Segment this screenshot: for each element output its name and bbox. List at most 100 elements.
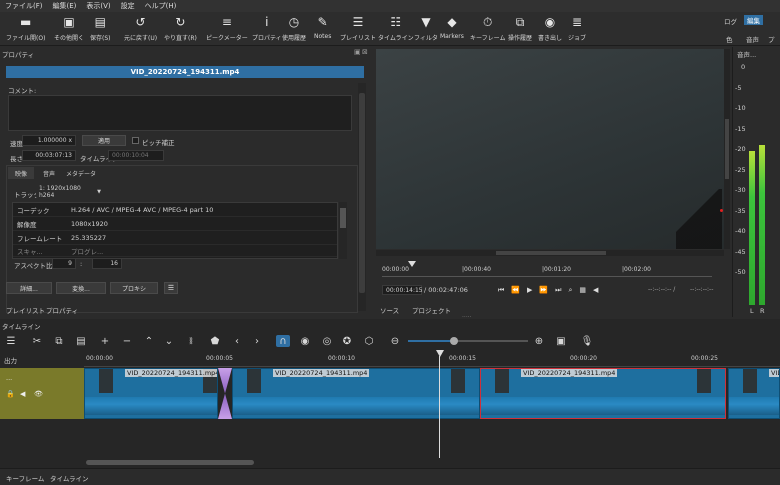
undo-button[interactable]: ↺ 元に戻す(U) <box>124 15 157 45</box>
keyframe-button[interactable]: ⏱ キーフレーム <box>470 15 505 45</box>
aspect-separator: : <box>80 260 83 268</box>
remove-icon[interactable]: − <box>120 335 134 347</box>
zoom-slider[interactable] <box>408 337 528 345</box>
redo-button[interactable]: ↻ やり直す(R) <box>164 15 197 45</box>
properties-scrollbar[interactable] <box>358 83 366 311</box>
timeline-clip-selected[interactable]: VID_20220724_194311.mp4 <box>480 368 726 419</box>
fast-forward-icon[interactable]: ⏩ <box>539 286 548 294</box>
timeline-hscrollbar[interactable] <box>84 458 780 466</box>
playhead-marker[interactable] <box>408 261 416 267</box>
lock-icon[interactable]: 🔒 <box>6 390 15 398</box>
tab-keyframes[interactable]: キーフレーム <box>6 473 44 483</box>
marker-icon[interactable]: ⬟ <box>208 335 222 347</box>
convert-button[interactable]: 変換... <box>56 282 106 294</box>
layout-color[interactable]: 色 <box>726 34 733 44</box>
tab-timeline[interactable]: タイムライン <box>50 473 89 483</box>
zoom-out-icon[interactable]: ⊖ <box>388 335 402 347</box>
grid-icon[interactable]: ▦ <box>579 286 586 294</box>
timeline-clip[interactable]: VID <box>728 368 780 419</box>
tab-properties[interactable]: プロパティ <box>46 305 78 315</box>
proxy-button[interactable]: プロキシ <box>110 282 158 294</box>
meter-scale-label: -20 <box>735 145 746 153</box>
cut-icon[interactable]: ✂ <box>30 335 44 347</box>
zoom-icon[interactable]: ⌕ <box>568 286 572 295</box>
panel-close-icon[interactable]: ⊠ <box>362 48 368 56</box>
hamburger-menu-icon[interactable]: ☰ <box>164 282 178 294</box>
rewind-icon[interactable]: ⏪ <box>511 286 520 294</box>
menu-view[interactable]: 表示(V) <box>81 1 115 11</box>
ripple-markers-icon[interactable]: ⬡ <box>362 335 376 347</box>
video-viewer[interactable] <box>376 49 724 249</box>
filter-button[interactable]: ▼ フィルタ <box>414 15 438 45</box>
tab-project[interactable]: プロジェクト <box>412 305 451 315</box>
tab-metadata[interactable]: メタデータ <box>64 167 98 179</box>
timeline-clip[interactable]: VID_20220724_194311.mp4 <box>84 368 218 419</box>
lift-icon[interactable]: ⌃ <box>142 335 156 347</box>
folder-open-button[interactable]: ▬ ファイル開(O) <box>6 15 45 45</box>
skip-to-start-icon[interactable]: ⏮ <box>498 286 504 295</box>
menu-help[interactable]: ヘルプ(H) <box>140 1 182 11</box>
overwrite-icon[interactable]: ⌄ <box>162 335 176 347</box>
open-other-button[interactable]: ▣ その他開く <box>54 15 84 45</box>
pitch-checkbox[interactable] <box>132 137 139 144</box>
details-button[interactable]: 詳細... <box>6 282 52 294</box>
skip-to-end-icon[interactable]: ⏭ <box>555 286 561 295</box>
notes-button[interactable]: ✎ Notes <box>314 15 331 45</box>
aspect-width-field[interactable]: 9 <box>52 258 76 269</box>
history-button[interactable]: ◷ 使用履歴 <box>282 15 306 45</box>
aspect-height-field[interactable]: 16 <box>92 258 122 269</box>
peak-meter-button[interactable]: ≡ ピークメーター <box>206 15 248 45</box>
copy-icon[interactable]: ⧉ <box>52 335 66 347</box>
play-icon[interactable]: ▶ <box>527 286 532 294</box>
timeline-menu-icon[interactable]: ☰ <box>4 335 18 347</box>
scrub-icon[interactable]: ◉ <box>298 335 312 347</box>
position-timecode[interactable]: 00:00:14:15 <box>382 285 423 295</box>
timeline-button[interactable]: ☷ タイムライン <box>378 15 414 45</box>
ruler-tick-2: |00:01:20 <box>542 266 571 273</box>
length-field[interactable]: 00:03:07:13 <box>22 150 76 161</box>
viewer-vscrollbar[interactable] <box>724 49 730 249</box>
mute-icon[interactable]: ◀ <box>20 390 25 398</box>
menu-edit[interactable]: 編集(E) <box>48 1 82 11</box>
save-button[interactable]: ▤ 保存(S) <box>90 15 111 45</box>
ripple-all-icon[interactable]: ✪ <box>340 335 354 347</box>
job-history-button[interactable]: ⧉ 操作履歴 <box>508 15 532 45</box>
volume-icon[interactable]: ◀ <box>593 286 598 294</box>
timeline-playhead-marker[interactable] <box>436 350 444 357</box>
tab-audio[interactable]: 音声 <box>36 167 62 179</box>
ripple-icon[interactable]: ◎ <box>320 335 334 347</box>
playlist-button[interactable]: ☰ プレイリスト <box>340 15 376 45</box>
record-audio-icon[interactable]: 🎙 <box>580 335 594 347</box>
jobs-button[interactable]: ≣ ジョブ <box>568 15 586 45</box>
codec-table-scrollbar[interactable] <box>339 202 347 259</box>
comment-field[interactable] <box>8 95 352 131</box>
properties-button[interactable]: i プロパティ <box>252 15 282 45</box>
tab-video[interactable]: 映像 <box>8 167 34 179</box>
zoom-in-icon[interactable]: ⊕ <box>532 335 546 347</box>
split-icon[interactable]: ⧚ <box>184 335 198 347</box>
viewer-hscrollbar[interactable] <box>376 250 724 256</box>
layout-edit[interactable]: 編集 <box>744 15 763 25</box>
menu-file[interactable]: ファイル(F) <box>0 1 48 11</box>
timeline-clip[interactable]: VID_20220724_194311.mp4 <box>232 368 480 419</box>
tab-source[interactable]: ソース <box>380 305 399 315</box>
apply-button[interactable]: 適用 <box>82 135 126 146</box>
export-button[interactable]: ◉ 書き出し <box>538 15 562 45</box>
speed-field[interactable]: 1.000000 x <box>22 135 76 146</box>
layout-log[interactable]: ログ <box>724 16 737 26</box>
timeline-ruler[interactable] <box>84 352 780 367</box>
eye-icon[interactable]: 👁 <box>34 390 43 398</box>
prev-marker-icon[interactable]: ‹ <box>230 335 244 347</box>
layout-audio[interactable]: 音声 <box>746 34 759 44</box>
panel-float-icon[interactable]: ▣ <box>354 48 361 56</box>
markers-button[interactable]: ◆ Markers <box>440 15 464 45</box>
ruler-label: 00:00:20 <box>570 355 597 362</box>
paste-icon[interactable]: ▤ <box>74 335 88 347</box>
menu-settings[interactable]: 設定 <box>116 1 140 11</box>
tab-playlist[interactable]: プレイリスト <box>6 305 45 315</box>
zoom-fit-icon[interactable]: ▣ <box>554 335 568 347</box>
snap-icon[interactable]: ∩ <box>276 335 290 347</box>
append-icon[interactable]: + <box>98 335 112 347</box>
track-select[interactable]: 1: 1920x1080 h264 ▼ <box>36 185 104 199</box>
next-marker-icon[interactable]: › <box>250 335 264 347</box>
